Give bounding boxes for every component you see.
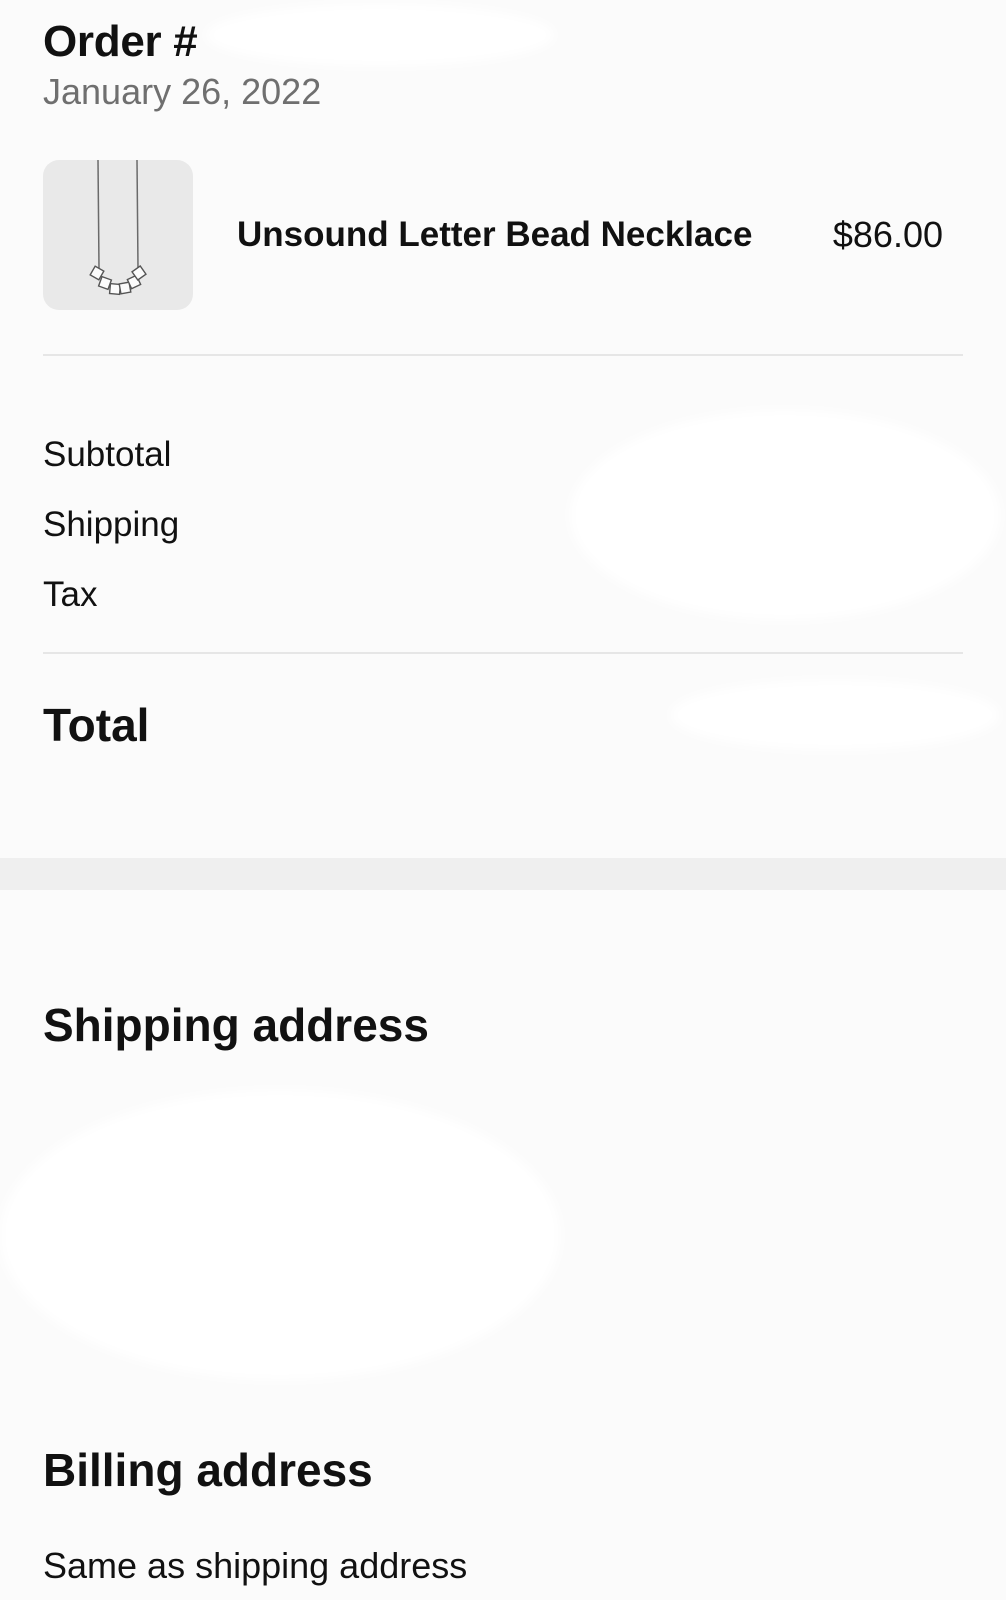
billing-address-note: Same as shipping address: [43, 1545, 468, 1586]
order-date: January 26, 2022: [43, 71, 322, 112]
redaction-mark: [205, 4, 555, 66]
redaction-mark: [0, 1090, 560, 1380]
total-label: Total: [43, 699, 150, 751]
item-price: $86.00: [832, 214, 943, 255]
shipping-address-heading: Shipping address: [43, 999, 429, 1051]
necklace-image[interactable]: [43, 160, 193, 310]
section-separator: [0, 858, 1006, 890]
divider: [43, 652, 963, 654]
item-name[interactable]: Unsound Letter Bead Necklace: [237, 215, 833, 255]
redaction-mark: [570, 410, 1000, 620]
redaction-mark: [670, 680, 1000, 750]
necklace-icon: [89, 160, 147, 296]
order-item-row[interactable]: Unsound Letter Bead Necklace $86.00: [43, 160, 943, 310]
divider: [43, 354, 963, 356]
billing-address-heading: Billing address: [43, 1444, 373, 1496]
